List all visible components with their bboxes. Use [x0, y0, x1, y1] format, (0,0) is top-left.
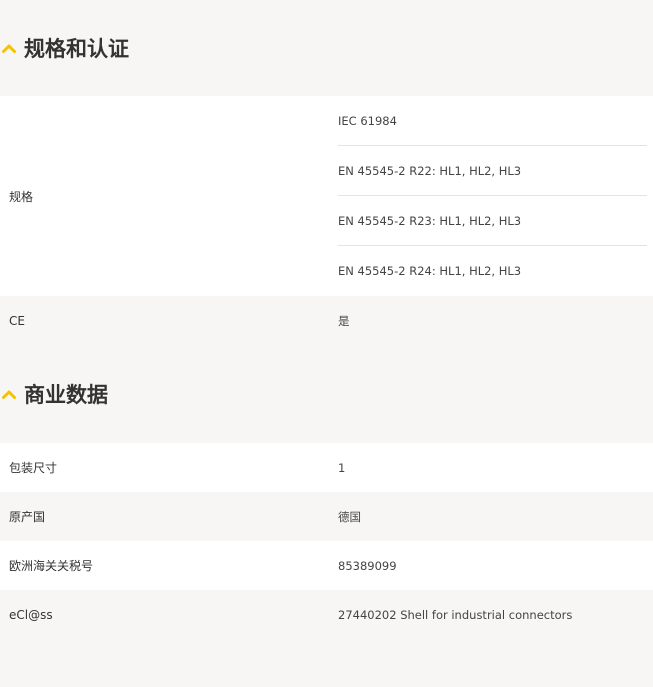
row-value: 德国	[338, 509, 361, 524]
standard-item: EN 45545-2 R24: HL1, HL2, HL3	[338, 264, 522, 278]
row-label: eCl@ss	[9, 607, 53, 622]
standards-value-list: IEC 61984 EN 45545-2 R22: HL1, HL2, HL3 …	[338, 96, 653, 296]
specs-table: 规格 IEC 61984 EN 45545-2 R22: HL1, HL2, H…	[0, 96, 653, 345]
row-value: 1	[338, 460, 346, 475]
specs-section-title: 规格和认证	[24, 37, 129, 61]
specs-section-header[interactable]: 规格和认证	[0, 0, 653, 96]
standard-item: IEC 61984	[338, 96, 647, 146]
ce-label: CE	[9, 313, 25, 328]
table-row-ce: CE 是	[0, 296, 653, 345]
table-row: 欧洲海关关税号 85389099	[0, 541, 653, 590]
table-row: 包装尺寸 1	[0, 443, 653, 492]
standards-label: 规格	[9, 189, 34, 204]
standard-item: EN 45545-2 R23: HL1, HL2, HL3	[338, 196, 647, 246]
row-label: 欧洲海关关税号	[9, 559, 94, 573]
table-row-standards: 规格 IEC 61984 EN 45545-2 R22: HL1, HL2, H…	[0, 96, 653, 296]
chevron-up-icon[interactable]	[0, 40, 18, 56]
row-value: 85389099	[338, 558, 397, 573]
table-row: 原产国 德国	[0, 492, 653, 541]
commercial-section-header[interactable]: 商业数据	[0, 345, 653, 443]
commercial-section-title: 商业数据	[24, 383, 108, 407]
row-label: 原产国	[9, 510, 46, 524]
bottom-spacer	[0, 639, 653, 687]
ce-value: 是	[338, 313, 350, 328]
table-row: eCl@ss 27440202 Shell for industrial con…	[0, 590, 653, 639]
row-value: 27440202 Shell for industrial connectors	[338, 607, 573, 622]
chevron-up-icon[interactable]	[0, 386, 18, 402]
commercial-table: 包装尺寸 1 原产国 德国 欧洲海关关税号 85389099 eCl@ss 27…	[0, 443, 653, 639]
row-label: 包装尺寸	[9, 461, 58, 475]
standard-item: EN 45545-2 R22: HL1, HL2, HL3	[338, 146, 647, 196]
